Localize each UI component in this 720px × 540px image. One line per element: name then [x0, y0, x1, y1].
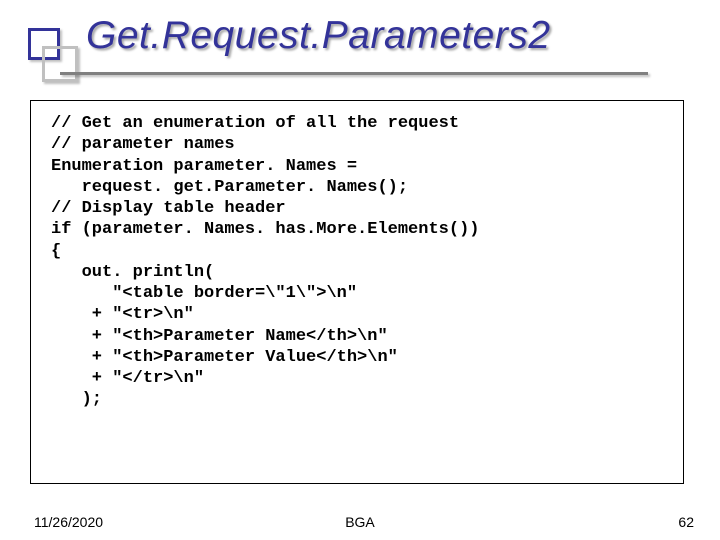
slide-title: Get.Request.Parameters2 [86, 14, 720, 58]
title-area: Get.Request.Parameters2 [0, 0, 720, 92]
code-line: + "<th>Parameter Value</th>\n" [51, 347, 663, 368]
code-line: // Display table header [51, 198, 663, 219]
code-line: // parameter names [51, 134, 663, 155]
code-line: + "<th>Parameter Name</th>\n" [51, 326, 663, 347]
code-line: ); [51, 389, 663, 410]
footer-center: BGA [0, 514, 720, 530]
code-line: if (parameter. Names. has.More.Elements(… [51, 219, 663, 240]
code-block: // Get an enumeration of all the request… [51, 113, 663, 411]
title-underline [60, 72, 648, 75]
slide: Get.Request.Parameters2 // Get an enumer… [0, 0, 720, 540]
footer-page-number: 62 [678, 514, 694, 530]
code-line: { [51, 241, 663, 262]
code-line: Enumeration parameter. Names = [51, 156, 663, 177]
code-line: // Get an enumeration of all the request [51, 113, 663, 134]
footer: 11/26/2020 BGA 62 [0, 506, 720, 530]
code-line: + "<tr>\n" [51, 304, 663, 325]
code-line: "<table border=\"1\">\n" [51, 283, 663, 304]
code-box: // Get an enumeration of all the request… [30, 100, 684, 484]
code-line: out. println( [51, 262, 663, 283]
code-line: request. get.Parameter. Names(); [51, 177, 663, 198]
code-line: + "</tr>\n" [51, 368, 663, 389]
